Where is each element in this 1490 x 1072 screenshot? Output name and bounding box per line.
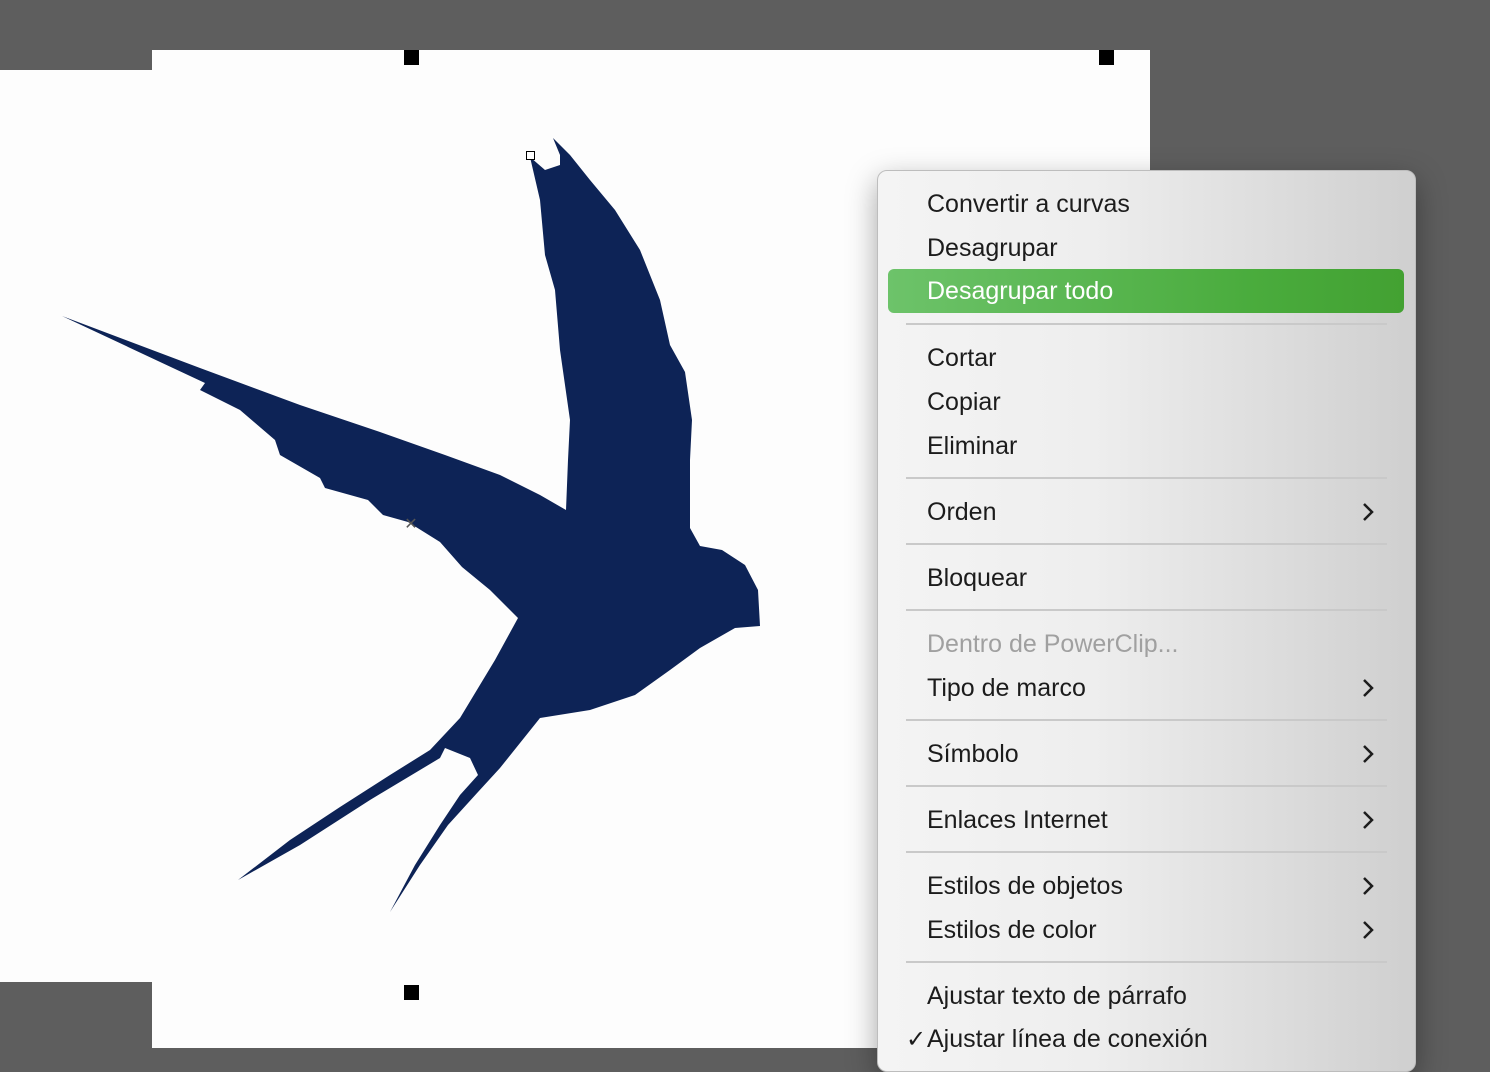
chevron-right-icon	[1363, 877, 1374, 895]
menu-item-label: Tipo de marco	[927, 673, 1086, 702]
menu-item-dentro-de-powerclip: Dentro de PowerClip...	[888, 622, 1404, 666]
menu-separator	[906, 851, 1387, 853]
menu-item-label: Enlaces Internet	[927, 805, 1108, 834]
menu-item-eliminar[interactable]: Eliminar	[888, 424, 1404, 468]
menu-item-label: Desagrupar	[927, 233, 1058, 262]
menu-separator	[906, 323, 1387, 325]
chevron-right-icon	[1363, 745, 1374, 763]
menu-item-bloquear[interactable]: Bloquear	[888, 556, 1404, 600]
menu-item-label: Ajustar texto de párrafo	[927, 981, 1187, 1010]
menu-item-simbolo[interactable]: Símbolo	[888, 732, 1404, 776]
context-menu: Convertir a curvas Desagrupar Desagrupar…	[877, 170, 1416, 1072]
selection-handle-bottom[interactable]	[404, 985, 419, 1000]
chevron-right-icon	[1363, 679, 1374, 697]
menu-item-estilos-de-color[interactable]: Estilos de color	[888, 908, 1404, 952]
node-handle[interactable]	[526, 151, 535, 160]
menu-item-label: Orden	[927, 497, 997, 526]
menu-item-label: Cortar	[927, 343, 997, 372]
menu-item-desagrupar[interactable]: Desagrupar	[888, 226, 1404, 270]
menu-item-label: Desagrupar todo	[927, 276, 1114, 305]
menu-item-label: Convertir a curvas	[927, 189, 1130, 218]
checkmark-icon: ✓	[906, 1026, 927, 1053]
menu-item-label: Eliminar	[927, 431, 1018, 460]
chevron-right-icon	[1363, 503, 1374, 521]
menu-separator	[906, 543, 1387, 545]
menu-item-enlaces-internet[interactable]: Enlaces Internet	[888, 798, 1404, 842]
menu-item-label: Bloquear	[927, 563, 1028, 592]
menu-item-desagrupar-todo[interactable]: Desagrupar todo	[888, 269, 1404, 313]
center-x-icon[interactable]: ✕	[403, 517, 419, 533]
menu-separator	[906, 609, 1387, 611]
selection-handle-top-left[interactable]	[404, 50, 419, 65]
menu-item-label: Estilos de objetos	[927, 871, 1123, 900]
menu-item-copiar[interactable]: Copiar	[888, 380, 1404, 424]
chevron-right-icon	[1363, 921, 1374, 939]
menu-item-orden[interactable]: Orden	[888, 490, 1404, 534]
menu-item-ajustar-linea-de-conexion[interactable]: ✓ Ajustar línea de conexión	[888, 1017, 1404, 1061]
menu-item-label: Copiar	[927, 387, 1001, 416]
menu-item-label: Ajustar línea de conexión	[927, 1024, 1208, 1053]
selection-handle-top-right[interactable]	[1099, 50, 1114, 65]
chevron-right-icon	[1363, 811, 1374, 829]
menu-item-cortar[interactable]: Cortar	[888, 336, 1404, 380]
menu-item-estilos-de-objetos[interactable]: Estilos de objetos	[888, 864, 1404, 908]
menu-item-label: Dentro de PowerClip...	[927, 629, 1179, 658]
menu-separator	[906, 719, 1387, 721]
menu-item-label: Estilos de color	[927, 915, 1097, 944]
menu-separator	[906, 785, 1387, 787]
menu-separator	[906, 961, 1387, 963]
menu-item-label: Símbolo	[927, 739, 1019, 768]
menu-item-tipo-de-marco[interactable]: Tipo de marco	[888, 666, 1404, 710]
menu-item-ajustar-texto-de-parrafo[interactable]: Ajustar texto de párrafo	[888, 974, 1404, 1018]
menu-item-convertir-a-curvas[interactable]: Convertir a curvas	[888, 182, 1404, 226]
menu-separator	[906, 477, 1387, 479]
